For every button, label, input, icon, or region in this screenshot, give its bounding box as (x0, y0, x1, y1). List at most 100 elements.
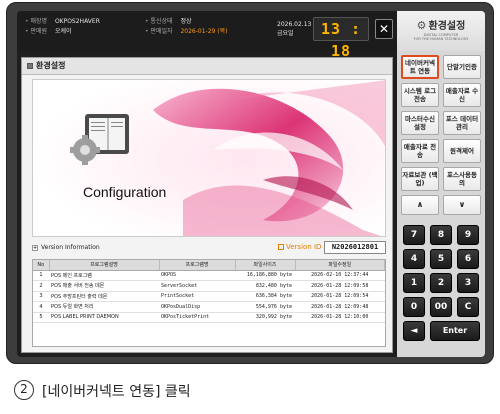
side-menu-header: ⚙ 환경설정 DIGITAL COMPUTER FOR THE HUMAN TEC… (397, 11, 485, 51)
key-3[interactable]: 3 (457, 273, 479, 293)
row-description: POS 주방프린터 출력 데몬 (49, 291, 159, 302)
key-clear[interactable]: C (457, 297, 479, 317)
table-row[interactable]: 4 POS 듀얼 화면 처리 OKPosDualDisp 554,976 byt… (33, 301, 385, 313)
chevron-down-icon[interactable]: ∨ (443, 195, 481, 215)
store-label: 매장명 (25, 18, 47, 25)
row-description: POS 메인 프로그램 (49, 270, 159, 281)
row-description: POS LABEL PRINT DAEMON (49, 312, 159, 323)
row-program-name: OKPosDualDisp (159, 301, 235, 313)
row-file-size: 832,480 byte (235, 280, 295, 292)
comm-label: 통신상태 (145, 18, 173, 25)
staff-label: 판매원 (25, 28, 47, 35)
weekday-value: 금요일 (277, 30, 294, 37)
table-header-row: No 프로그램설명 프로그램명 파일사이즈 파일수정일 (33, 260, 385, 271)
current-date: 2026.02.13 금요일 (277, 20, 311, 38)
key-4[interactable]: 4 (403, 249, 425, 269)
key-2[interactable]: 2 (430, 273, 452, 293)
pos-usage-agreement-button[interactable]: 포스사용등 의 (443, 167, 481, 191)
row-file-size: 16,186,880 byte (235, 270, 295, 281)
naver-connect-button[interactable]: 네이버커넥트 연동 (401, 55, 439, 79)
column-header: 파일사이즈 (235, 260, 296, 271)
plus-icon: + (32, 244, 38, 251)
configuration-title: Configuration (83, 184, 167, 200)
column-header: No (33, 260, 50, 271)
row-modified-date: 2026-01-28 12:09:58 (295, 280, 385, 292)
master-receive-settings-button[interactable]: 마스터수신 설정 (401, 111, 439, 135)
column-header: 프로그램설명 (49, 260, 160, 271)
version-id-value: N2026012801 (324, 241, 386, 254)
close-button[interactable]: ✕ (375, 19, 393, 39)
row-modified-date: 2026-02-10 12:37:44 (295, 270, 385, 281)
configuration-icon (70, 114, 129, 165)
side-menu: ⚙ 환경설정 DIGITAL COMPUTER FOR THE HUMAN TEC… (397, 11, 485, 357)
row-no: 1 (33, 270, 49, 281)
sales-date-value: 2026-01-29 (목) (180, 28, 228, 35)
enter-button[interactable]: Enter (430, 321, 480, 341)
key-6[interactable]: 6 (457, 249, 479, 269)
store-value: OKPOS2HAVER (54, 18, 100, 25)
table-row[interactable]: 5 POS LABEL PRINT DAEMON OKPosTicketPrin… (33, 312, 385, 323)
version-id-label: Version ID : (286, 243, 327, 251)
row-file-size: 320,992 byte (235, 312, 295, 323)
sales-data-receive-button[interactable]: 매출자료 수신 (443, 83, 481, 107)
key-9[interactable]: 9 (457, 225, 479, 245)
row-program-name: ServerSocket (159, 280, 235, 292)
gear-icon: ⚙ (416, 19, 427, 32)
pos-screen: 매장명 OKPOS2HAVER 판매원 오케이 통신상태 정상 판매일자 202… (17, 11, 485, 357)
version-row: + Version Information Version ID : N20260… (32, 241, 386, 255)
row-description: POS 듀얼 화면 처리 (49, 301, 159, 313)
table-row[interactable]: 2 POS 매출 서버 전송 데몬 ServerSocket 832,480 b… (33, 280, 385, 292)
row-modified-date: 2026-01-28 12:09:54 (295, 291, 385, 302)
step-caption: 2 [네이버커넥트 연동] 클릭 (0, 376, 500, 406)
version-info-label: Version Information (41, 244, 100, 251)
row-no: 4 (33, 301, 49, 313)
row-program-name: OKPosTicketPrint (159, 312, 235, 323)
step-text: [네이버커넥트 연동] 클릭 (42, 384, 191, 400)
row-no: 5 (33, 312, 49, 323)
row-file-size: 636,384 byte (235, 291, 295, 302)
pos-device: 매장명 OKPOS2HAVER 판매원 오케이 통신상태 정상 판매일자 202… (6, 2, 494, 364)
comm-value: 정상 (180, 18, 192, 25)
row-modified-date: 2026-01-28 12:09:48 (295, 301, 385, 313)
panel-title-bar: 환경설정 (22, 58, 392, 75)
configuration-banner: Configuration (32, 79, 386, 237)
row-program-name: PrintSocket (159, 291, 235, 302)
row-description: POS 매출 서버 전송 데몬 (49, 280, 159, 292)
row-program-name: OKPOS (159, 270, 235, 281)
backspace-icon[interactable]: ◄ (403, 321, 425, 341)
column-header: 프로그램명 (159, 260, 236, 271)
panel-title: 환경설정 (36, 61, 66, 70)
row-file-size: 554,976 byte (235, 301, 295, 313)
row-no: 2 (33, 280, 49, 292)
side-subtitle-2: FOR THE HUMAN TECHNOLOGY (413, 37, 469, 41)
table-row[interactable]: 3 POS 주방프린터 출력 데몬 PrintSocket 636,384 by… (33, 291, 385, 302)
table-row[interactable]: 1 POS 메인 프로그램 OKPOS 16,186,880 byte 2026… (33, 270, 385, 281)
key-7[interactable]: 7 (403, 225, 425, 245)
square-icon (278, 244, 284, 250)
settings-panel: 환경설정 Configuration + Version Information… (21, 57, 393, 353)
key-00[interactable]: 00 (430, 297, 452, 317)
chevron-up-icon[interactable]: ∧ (401, 195, 439, 215)
top-info-bar: 매장명 OKPOS2HAVER 판매원 오케이 통신상태 정상 판매일자 202… (17, 11, 397, 60)
key-0[interactable]: 0 (403, 297, 425, 317)
program-table: No 프로그램설명 프로그램명 파일사이즈 파일수정일 1 POS 메인 프로그… (32, 259, 386, 347)
data-backup-button[interactable]: 자료보관 (백업) (401, 167, 439, 191)
staff-value: 오케이 (54, 28, 72, 35)
side-menu-title: 환경설정 (428, 21, 466, 32)
terminal-auth-button[interactable]: 단말기인증 (443, 55, 481, 79)
date-value: 2026.02.13 (277, 21, 312, 28)
row-no: 3 (33, 291, 49, 302)
key-1[interactable]: 1 (403, 273, 425, 293)
sales-date-label: 판매일자 (145, 28, 173, 35)
key-5[interactable]: 5 (430, 249, 452, 269)
pos-data-management-button[interactable]: 포스 데이터관리 (443, 111, 481, 135)
column-header: 파일수정일 (295, 260, 385, 271)
square-icon (27, 62, 33, 69)
sales-data-send-button[interactable]: 매출자료 전송 (401, 139, 439, 163)
key-8[interactable]: 8 (430, 225, 452, 245)
remote-control-button[interactable]: 원격제어 (443, 139, 481, 163)
system-log-send-button[interactable]: 시스템 로그전송 (401, 83, 439, 107)
clock-display: 13 : 18 (313, 17, 369, 60)
row-modified-date: 2026-01-28 12:10:00 (295, 312, 385, 323)
step-number: 2 (14, 380, 34, 400)
